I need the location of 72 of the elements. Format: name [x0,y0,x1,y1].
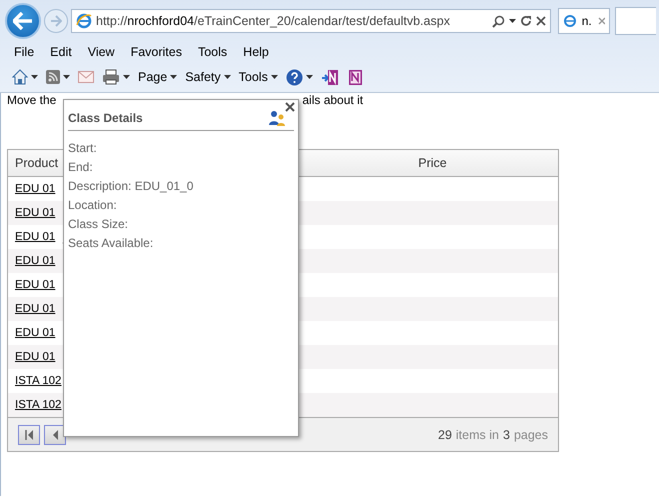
detail-field: Seats Available: [68,236,294,255]
detail-field: Start: [68,141,294,160]
command-menu-button[interactable]: Tools [238,70,278,84]
onenote-icon [320,68,339,86]
printer-icon [102,69,120,85]
product-link[interactable]: ISTA 102 [15,375,62,387]
product-link[interactable]: EDU 01 [15,231,56,243]
detail-field: End: [68,160,294,179]
pager-label: items in [456,428,499,442]
help-icon [286,68,303,86]
pager-label: pages [514,428,548,442]
menu-item[interactable]: View [80,45,123,59]
browser-logo-icon [76,13,92,29]
product-link[interactable]: EDU 01 [15,183,56,195]
product-link[interactable]: EDU 01 [15,255,56,267]
product-link[interactable]: EDU 01 [15,351,56,363]
product-link[interactable]: EDU 01 [15,327,56,339]
detail-field: Class Size: [68,217,294,236]
refresh-icon[interactable] [520,15,532,27]
previous-page-icon [52,430,58,440]
search-icon[interactable] [492,14,505,28]
product-link[interactable]: EDU 01 [15,207,56,219]
menu-item[interactable]: Favorites [122,45,190,59]
menu-item[interactable]: Help [235,45,277,59]
product-link[interactable]: EDU 01 [15,279,56,291]
command-menu-button[interactable]: Page [138,70,178,84]
forward-arrow-icon [50,15,62,27]
home-icon [12,69,28,85]
item-count: 29 [438,428,452,442]
detail-field: Description: EDU_01_0 [68,179,294,198]
close-icon [285,102,295,112]
browser-tab[interactable]: n. [558,8,610,34]
page-count: 3 [502,428,510,442]
command-menu-button[interactable]: Safety [185,70,231,84]
close-icon[interactable] [536,16,546,26]
users-icon [268,110,286,126]
column-header[interactable]: Price [300,156,558,170]
product-link[interactable]: ISTA 102 [15,399,62,411]
menu-item[interactable]: File [6,45,42,59]
product-link[interactable]: EDU 01 [15,303,56,315]
back-arrow-icon [13,12,33,30]
toolbar-button[interactable] [346,68,363,86]
first-page-button[interactable] [18,424,40,444]
browser-logo-icon [563,14,576,28]
toolbar-button[interactable] [102,69,130,85]
url-text: http://nrochford04/eTrainCenter_20/calendar/test/defaultvb.aspx [96,14,451,28]
close-button[interactable] [284,100,296,112]
caret-icon [63,75,70,79]
feed-icon [46,70,60,84]
tooltip-title: Class Details [68,111,144,125]
caret-icon [170,75,178,79]
instruction-text: Move the [7,93,56,107]
caret-icon [31,75,38,79]
menu-item[interactable]: Edit [42,45,80,59]
caret-icon [306,75,313,79]
menu-item[interactable]: Tools [190,45,236,59]
caret-icon [509,19,516,23]
first-page-icon [25,430,33,440]
back-button[interactable] [5,3,41,39]
address-bar[interactable]: http://nrochford04/eTrainCenter_20/calendar/test/defaultvb.aspx [71,9,551,33]
caret-icon [123,75,130,79]
onenote-icon [346,68,363,86]
toolbar-button[interactable] [46,70,70,84]
toolbar-button[interactable] [320,68,339,86]
toolbar-button[interactable] [12,69,38,85]
caret-icon [224,75,231,79]
mail-icon [78,71,94,83]
previous-page-button[interactable] [44,424,66,444]
instruction-text: ails about it [302,93,364,107]
caret-icon [270,75,278,79]
help-button[interactable] [286,68,313,86]
detail-field: Location: [68,198,294,217]
